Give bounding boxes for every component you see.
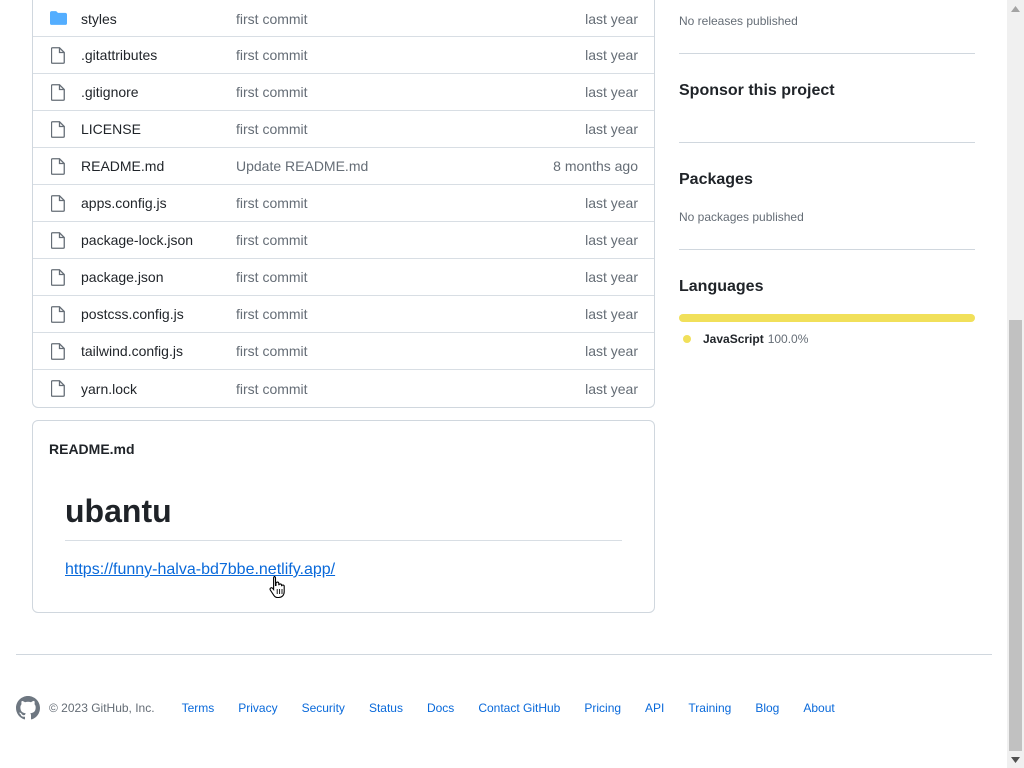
file-name[interactable]: tailwind.config.js [81, 343, 183, 359]
file-icon [49, 268, 67, 286]
hand-cursor-icon [269, 575, 287, 604]
file-commit[interactable]: first commit [236, 84, 308, 100]
footer-copyright: © 2023 GitHub, Inc. [49, 701, 155, 715]
file-row-yarn-lock[interactable]: yarn.lock first commit last year [33, 370, 654, 407]
file-commit[interactable]: Update README.md [236, 158, 368, 174]
footer-link-contact[interactable]: Contact GitHub [478, 701, 560, 715]
file-row-apps-config[interactable]: apps.config.js first commit last year [33, 185, 654, 222]
file-commit[interactable]: first commit [236, 232, 308, 248]
file-name[interactable]: package.json [81, 269, 164, 285]
packages-heading[interactable]: Packages [679, 171, 753, 189]
file-name[interactable]: apps.config.js [81, 195, 167, 211]
sidebar-divider [679, 53, 975, 54]
language-color-dot [683, 335, 691, 343]
file-icon [49, 157, 67, 175]
file-list: styles first commit last year .gitattrib… [32, 0, 655, 408]
file-commit[interactable]: first commit [236, 11, 308, 27]
file-commit[interactable]: first commit [236, 306, 308, 322]
readme-panel: README.md ubantu https://funny-halva-bd7… [32, 420, 655, 613]
readme-title[interactable]: README.md [49, 441, 135, 457]
languages-heading: Languages [679, 278, 764, 295]
file-date: last year [585, 269, 638, 285]
file-name[interactable]: styles [81, 11, 117, 27]
file-row-package[interactable]: package.json first commit last year [33, 259, 654, 296]
file-row-postcss-config[interactable]: postcss.config.js first commit last year [33, 296, 654, 333]
file-icon [49, 342, 67, 360]
file-date: last year [585, 380, 638, 397]
sidebar-divider [679, 249, 975, 250]
file-name[interactable]: postcss.config.js [81, 306, 184, 322]
file-date: last year [585, 343, 638, 359]
footer-link-docs[interactable]: Docs [427, 701, 454, 715]
footer-link-api[interactable]: API [645, 701, 664, 715]
footer-divider [16, 654, 992, 655]
file-date: last year [585, 84, 638, 100]
file-row-styles[interactable]: styles first commit last year [33, 0, 654, 37]
file-row-gitignore[interactable]: .gitignore first commit last year [33, 74, 654, 111]
file-name[interactable]: README.md [81, 158, 164, 174]
footer-link-security[interactable]: Security [302, 701, 345, 715]
footer-link-status[interactable]: Status [369, 701, 403, 715]
packages-empty-text: No packages published [679, 210, 804, 224]
readme-divider [65, 540, 622, 541]
releases-empty-text: No releases published [679, 14, 798, 28]
scroll-down-arrow-icon[interactable] [1007, 751, 1024, 768]
language-bar[interactable] [679, 314, 975, 322]
file-commit[interactable]: first commit [236, 269, 308, 285]
file-commit[interactable]: first commit [236, 47, 308, 63]
file-date: 8 months ago [553, 158, 638, 174]
scroll-up-arrow-icon[interactable] [1007, 0, 1024, 17]
folder-icon [49, 9, 67, 27]
file-icon [49, 380, 67, 398]
file-commit[interactable]: first commit [236, 343, 308, 359]
vertical-scrollbar[interactable] [1007, 0, 1024, 768]
footer-link-terms[interactable]: Terms [182, 701, 215, 715]
file-icon [49, 305, 67, 323]
language-name: JavaScript [703, 332, 764, 346]
sidebar-divider [679, 142, 975, 143]
file-icon [49, 231, 67, 249]
file-date: last year [585, 47, 638, 63]
file-icon [49, 83, 67, 101]
footer-link-about[interactable]: About [803, 701, 834, 715]
file-name[interactable]: LICENSE [81, 121, 141, 137]
file-commit[interactable]: first commit [236, 195, 308, 211]
scrollbar-thumb[interactable] [1009, 320, 1022, 751]
footer: © 2023 GitHub, Inc. Terms Privacy Securi… [16, 696, 859, 720]
file-name[interactable]: .gitignore [81, 84, 139, 100]
file-name[interactable]: package-lock.json [81, 232, 193, 248]
language-percent: 100.0% [767, 332, 809, 346]
file-name[interactable]: .gitattributes [81, 47, 157, 63]
file-date: last year [585, 306, 638, 322]
file-row-gitattributes[interactable]: .gitattributes first commit last year [33, 37, 654, 74]
footer-link-privacy[interactable]: Privacy [238, 701, 277, 715]
file-date: last year [585, 195, 638, 211]
readme-heading: ubantu [65, 493, 172, 529]
language-item-javascript[interactable]: JavaScript 100.0% [679, 332, 808, 346]
footer-link-pricing[interactable]: Pricing [584, 701, 621, 715]
file-row-tailwind-config[interactable]: tailwind.config.js first commit last yea… [33, 333, 654, 370]
file-row-readme[interactable]: README.md Update README.md 8 months ago [33, 148, 654, 185]
file-date: last year [585, 121, 638, 137]
file-name[interactable]: yarn.lock [81, 381, 137, 397]
file-date: last year [585, 232, 638, 248]
file-commit[interactable]: first commit [236, 121, 308, 137]
file-commit[interactable]: first commit [236, 381, 308, 397]
sponsor-heading[interactable]: Sponsor this project [679, 82, 835, 100]
footer-link-training[interactable]: Training [688, 701, 731, 715]
file-row-package-lock[interactable]: package-lock.json first commit last year [33, 222, 654, 259]
readme-link[interactable]: https://funny-halva-bd7bbe.netlify.app/ [65, 561, 335, 579]
file-icon [49, 120, 67, 138]
github-logo-icon[interactable] [16, 696, 40, 720]
file-row-license[interactable]: LICENSE first commit last year [33, 111, 654, 148]
file-date: last year [585, 11, 638, 27]
file-icon [49, 46, 67, 64]
footer-link-blog[interactable]: Blog [755, 701, 779, 715]
file-icon [49, 194, 67, 212]
